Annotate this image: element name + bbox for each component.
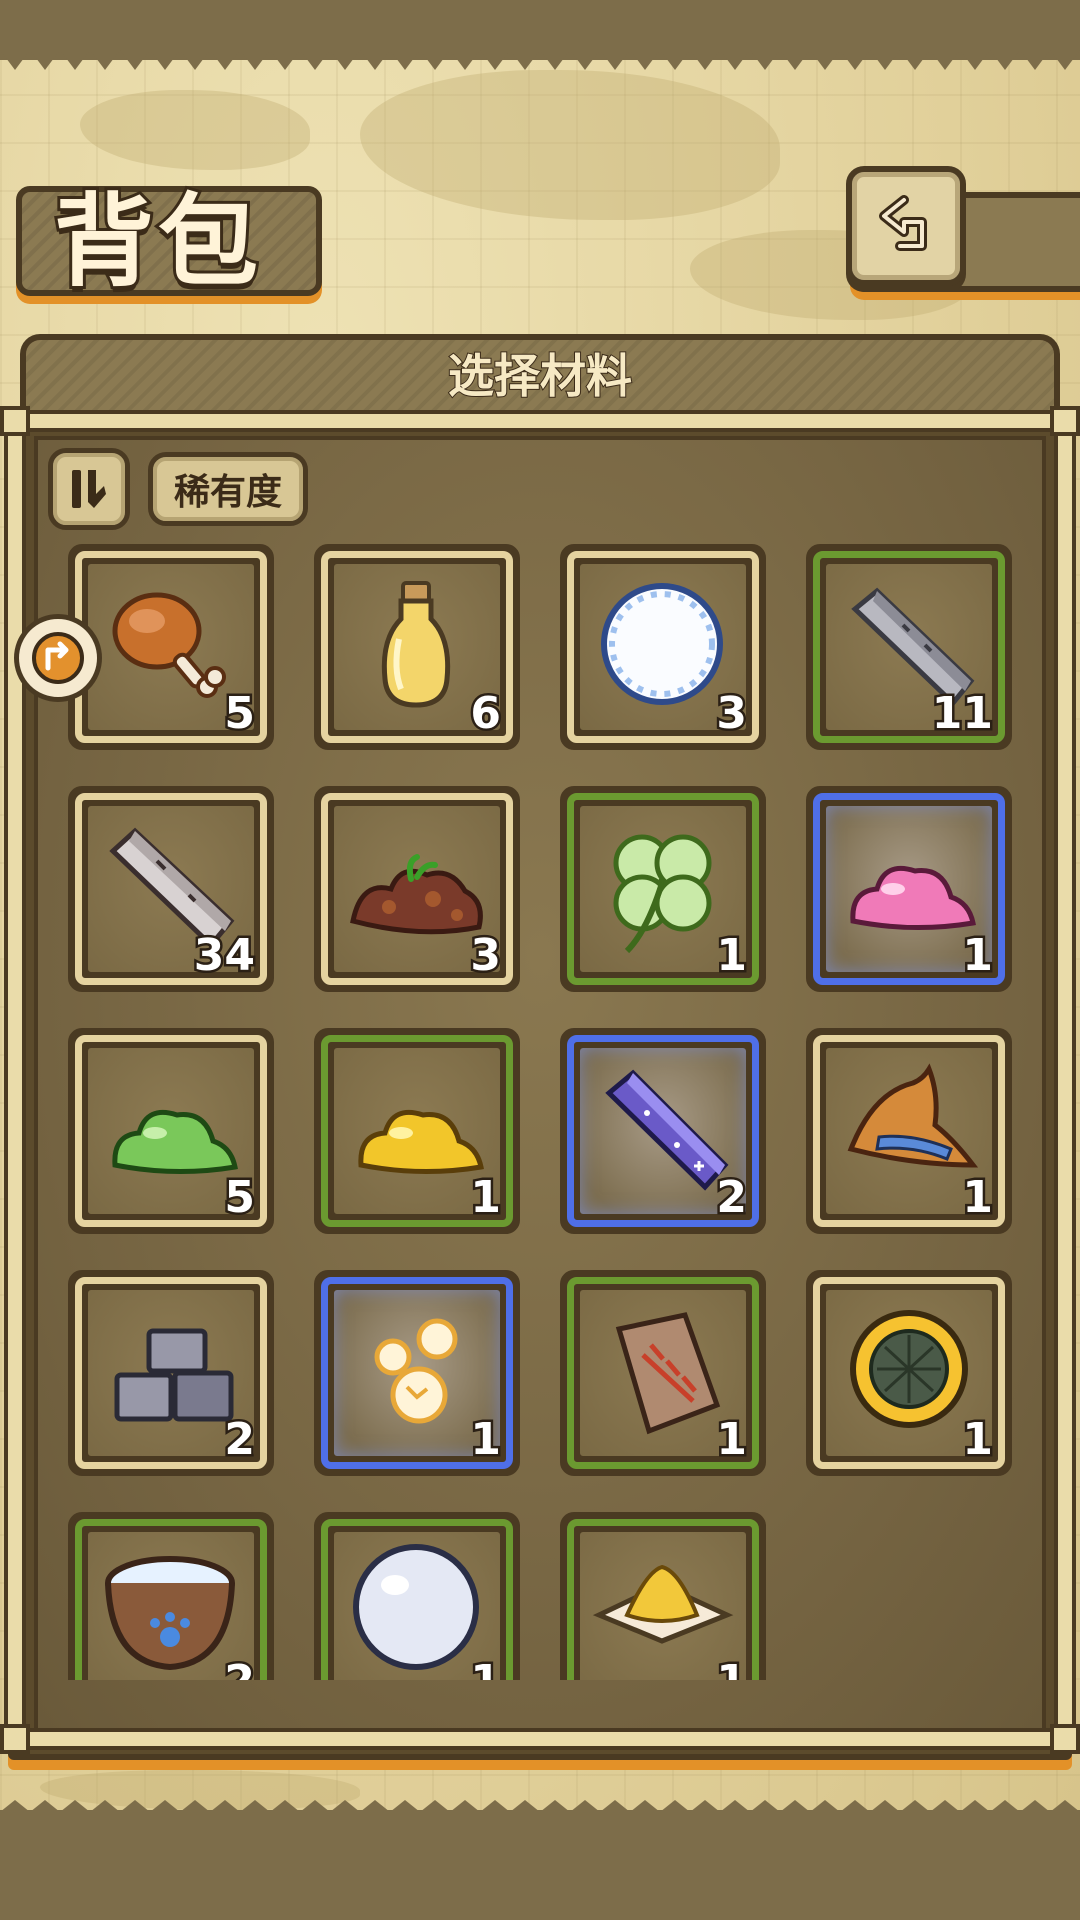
item-slot[interactable]: 2: [560, 1028, 766, 1234]
panel-subtitle: 选择材料: [447, 348, 633, 404]
oil-bottle-icon: [381, 581, 451, 708]
item-slot[interactable]: 3: [314, 786, 520, 992]
snowball-icon: [601, 583, 723, 705]
starlight-bar-icon: [605, 1069, 729, 1191]
item-count: 1: [714, 928, 750, 984]
bottom-zigzag: [0, 1800, 1080, 1830]
item-count: 1: [714, 1412, 750, 1468]
yellow-slime-icon: [358, 1109, 484, 1175]
sort-order-icon: [72, 470, 106, 508]
item-slot[interactable]: 1: [560, 1512, 766, 1680]
item-count: 1: [468, 1170, 504, 1226]
fish-fossil-icon: [615, 1312, 721, 1435]
pearl-icon: [353, 1544, 479, 1670]
item-count: 3: [468, 928, 504, 984]
frame-corner: [0, 406, 30, 436]
item-slot[interactable]: 2: [68, 1270, 274, 1476]
rotate-arrow-icon: [32, 632, 84, 684]
item-count: 1: [960, 928, 996, 984]
drumstick-icon: [112, 592, 226, 698]
frame-corner: [1050, 1724, 1080, 1754]
panel-frame-left: [4, 420, 26, 1740]
panel-frame-bottom: [8, 1728, 1072, 1750]
item-count: 34: [191, 928, 257, 984]
panel-frame-right: [1054, 420, 1076, 1740]
item-count: 1: [960, 1170, 996, 1226]
item-count: 1: [714, 1654, 750, 1681]
green-slime-icon: [112, 1109, 238, 1175]
dirt-pile-icon: [350, 854, 483, 935]
back-button[interactable]: [846, 166, 966, 286]
item-slot[interactable]: 11: [806, 544, 1012, 750]
nest-icon: [850, 1310, 968, 1428]
gold-dust-icon: [592, 1564, 734, 1644]
item-slot[interactable]: 1: [560, 786, 766, 992]
item-slot[interactable]: 34: [68, 786, 274, 992]
paw-bowl-icon: [105, 1556, 235, 1671]
item-count: 2: [222, 1412, 258, 1468]
item-count: 3: [714, 686, 750, 742]
item-slot[interactable]: 1: [806, 1270, 1012, 1476]
return-arrow-icon: [879, 195, 927, 251]
sort-rarity-button[interactable]: 稀有度: [148, 452, 308, 526]
frame-corner: [1050, 406, 1080, 436]
item-count: 5: [222, 1170, 258, 1226]
item-slot[interactable]: 1: [806, 1028, 1012, 1234]
panel-frame-top: [8, 410, 1072, 432]
item-count: 2: [222, 1654, 258, 1681]
item-slot[interactable]: 1: [314, 1512, 520, 1680]
item-count: 2: [714, 1170, 750, 1226]
pink-slime-icon: [850, 865, 976, 931]
spirit-orbs-icon: [374, 1318, 458, 1424]
page-title: 背包: [51, 179, 262, 303]
item-grid: 563113431151212111211: [40, 530, 1040, 1680]
item-slot[interactable]: 2: [68, 1512, 274, 1680]
stone-blocks-icon: [114, 1328, 234, 1422]
item-count: 1: [468, 1654, 504, 1681]
item-count: 1: [468, 1412, 504, 1468]
item-count: 5: [222, 686, 258, 742]
item-slot[interactable]: 1: [314, 1028, 520, 1234]
frame-corner: [0, 1724, 30, 1754]
sort-order-button[interactable]: [48, 448, 130, 530]
item-count: 11: [929, 686, 995, 742]
item-slot[interactable]: 3: [560, 544, 766, 750]
rotate-button[interactable]: [14, 614, 102, 702]
top-zigzag: [0, 30, 1080, 70]
item-slot[interactable]: 1: [560, 1270, 766, 1476]
item-slot[interactable]: 5: [68, 1028, 274, 1234]
item-count: 6: [468, 686, 504, 742]
item-count: 1: [960, 1412, 996, 1468]
item-slot[interactable]: 1: [314, 1270, 520, 1476]
witch-hat-icon: [847, 1063, 979, 1168]
item-slot[interactable]: 1: [806, 786, 1012, 992]
item-slot[interactable]: 6: [314, 544, 520, 750]
four-leaf-clover-icon: [613, 834, 712, 954]
